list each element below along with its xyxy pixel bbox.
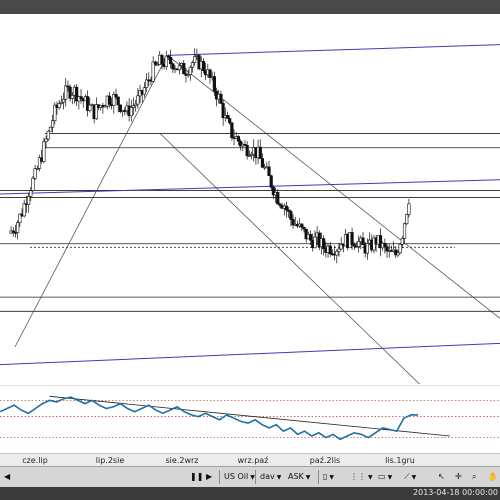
chevron-down-icon: ▼ [387, 474, 393, 481]
status-bar: 2013-04-18 00:00:00 [0, 487, 500, 500]
trend-line [159, 133, 421, 384]
horizontal-levels [0, 133, 500, 312]
candlestick [46, 130, 50, 141]
indicators-button[interactable]: ⋮⋮ ▼ [350, 471, 373, 483]
candlestick [219, 90, 223, 105]
blue-trend-line [167, 44, 500, 56]
zoom-icon[interactable]: ⌕ [472, 471, 476, 483]
candlestick [11, 227, 15, 237]
candlestick [16, 220, 20, 240]
hand-icon[interactable]: ✋ [488, 471, 498, 483]
crosshair-icon[interactable]: ✛ [455, 471, 462, 483]
candlestick [33, 164, 37, 181]
drawing-line-icon[interactable]: ⟋ ▼ [404, 471, 416, 483]
oscillator-panel[interactable] [0, 385, 500, 453]
window-title-bar [0, 0, 500, 14]
oscillator-levels [0, 399, 500, 439]
candlestick [101, 102, 105, 114]
candlestick [188, 65, 192, 81]
candlestick [284, 201, 289, 218]
candlestick [79, 89, 83, 104]
candlestick [394, 246, 398, 259]
chevron-down-icon: ▼ [276, 474, 282, 481]
price-side-select[interactable]: ASK ▼ [288, 471, 310, 483]
blue-trend-line [0, 342, 500, 366]
candlestick [9, 226, 13, 235]
x-tick-label: lip.2sie [95, 456, 125, 465]
x-tick-label: cze.lip [22, 456, 48, 465]
candlestick [151, 56, 155, 83]
candlestick [208, 68, 212, 84]
cursor-icon[interactable]: ↖ [438, 471, 445, 483]
candlestick [258, 139, 262, 159]
candlestick [22, 199, 26, 218]
scroll-right-icon[interactable]: ▶ [206, 471, 212, 483]
status-timestamp: 2013-04-18 00:00:00 [413, 488, 498, 497]
trend-line [14, 55, 168, 348]
candlestick [85, 90, 90, 117]
template-button[interactable]: ▭ ▼ [378, 471, 392, 483]
chevron-down-icon: ▼ [329, 474, 335, 481]
blue-trend-line [0, 179, 500, 195]
candlestick [164, 50, 168, 70]
candlestick [129, 99, 133, 122]
price-chart[interactable] [0, 14, 500, 384]
candlestick [378, 228, 383, 257]
oscillator-line [0, 396, 418, 441]
candlestick [221, 100, 225, 126]
candlestick [171, 62, 175, 74]
x-tick-label: lis.1gru [385, 456, 415, 465]
timeframe-select[interactable]: dav ▼ [260, 471, 281, 483]
candlestick [68, 84, 72, 102]
candlestick [75, 84, 79, 106]
instrument-select[interactable]: US Oil ▼ [224, 471, 255, 483]
chart-window: cze.lip lip.2sie sie.2wrz wrz.paź paź.2lis li… [0, 0, 500, 500]
pause-icon[interactable]: ❚❚ [190, 471, 203, 483]
candlestick [57, 99, 61, 110]
chart-toolbar: ◀ ❚❚ ▶ US Oil ▼ dav ▼ ASK ▼ ▯ ▼ ⋮⋮ ▼ ▭ ▼ ⟋ ▼ ↖ … [0, 466, 500, 488]
x-tick-label: sie.2wrz [165, 456, 199, 465]
candlestick [361, 231, 365, 246]
candlestick [267, 160, 271, 177]
chart-type-select[interactable]: ▯ ▼ [323, 471, 334, 483]
scroll-left-icon[interactable]: ◀ [4, 471, 10, 483]
x-axis: cze.lip lip.2sie sie.2wrz wrz.paź paź.2lis li… [0, 453, 500, 467]
x-tick-label: paź.2lis [309, 456, 341, 465]
candlestick [405, 213, 409, 226]
chevron-down-icon: ▼ [411, 474, 417, 481]
candlestick [225, 111, 230, 120]
candlestick [276, 189, 280, 205]
candlestick [407, 198, 411, 218]
chevron-down-icon: ▼ [368, 474, 373, 481]
x-tick-label: wrz.paź [237, 456, 269, 465]
chevron-down-icon: ▼ [305, 474, 311, 481]
candlesticks [9, 48, 411, 264]
candlestick [94, 97, 98, 121]
candlestick [182, 59, 186, 75]
